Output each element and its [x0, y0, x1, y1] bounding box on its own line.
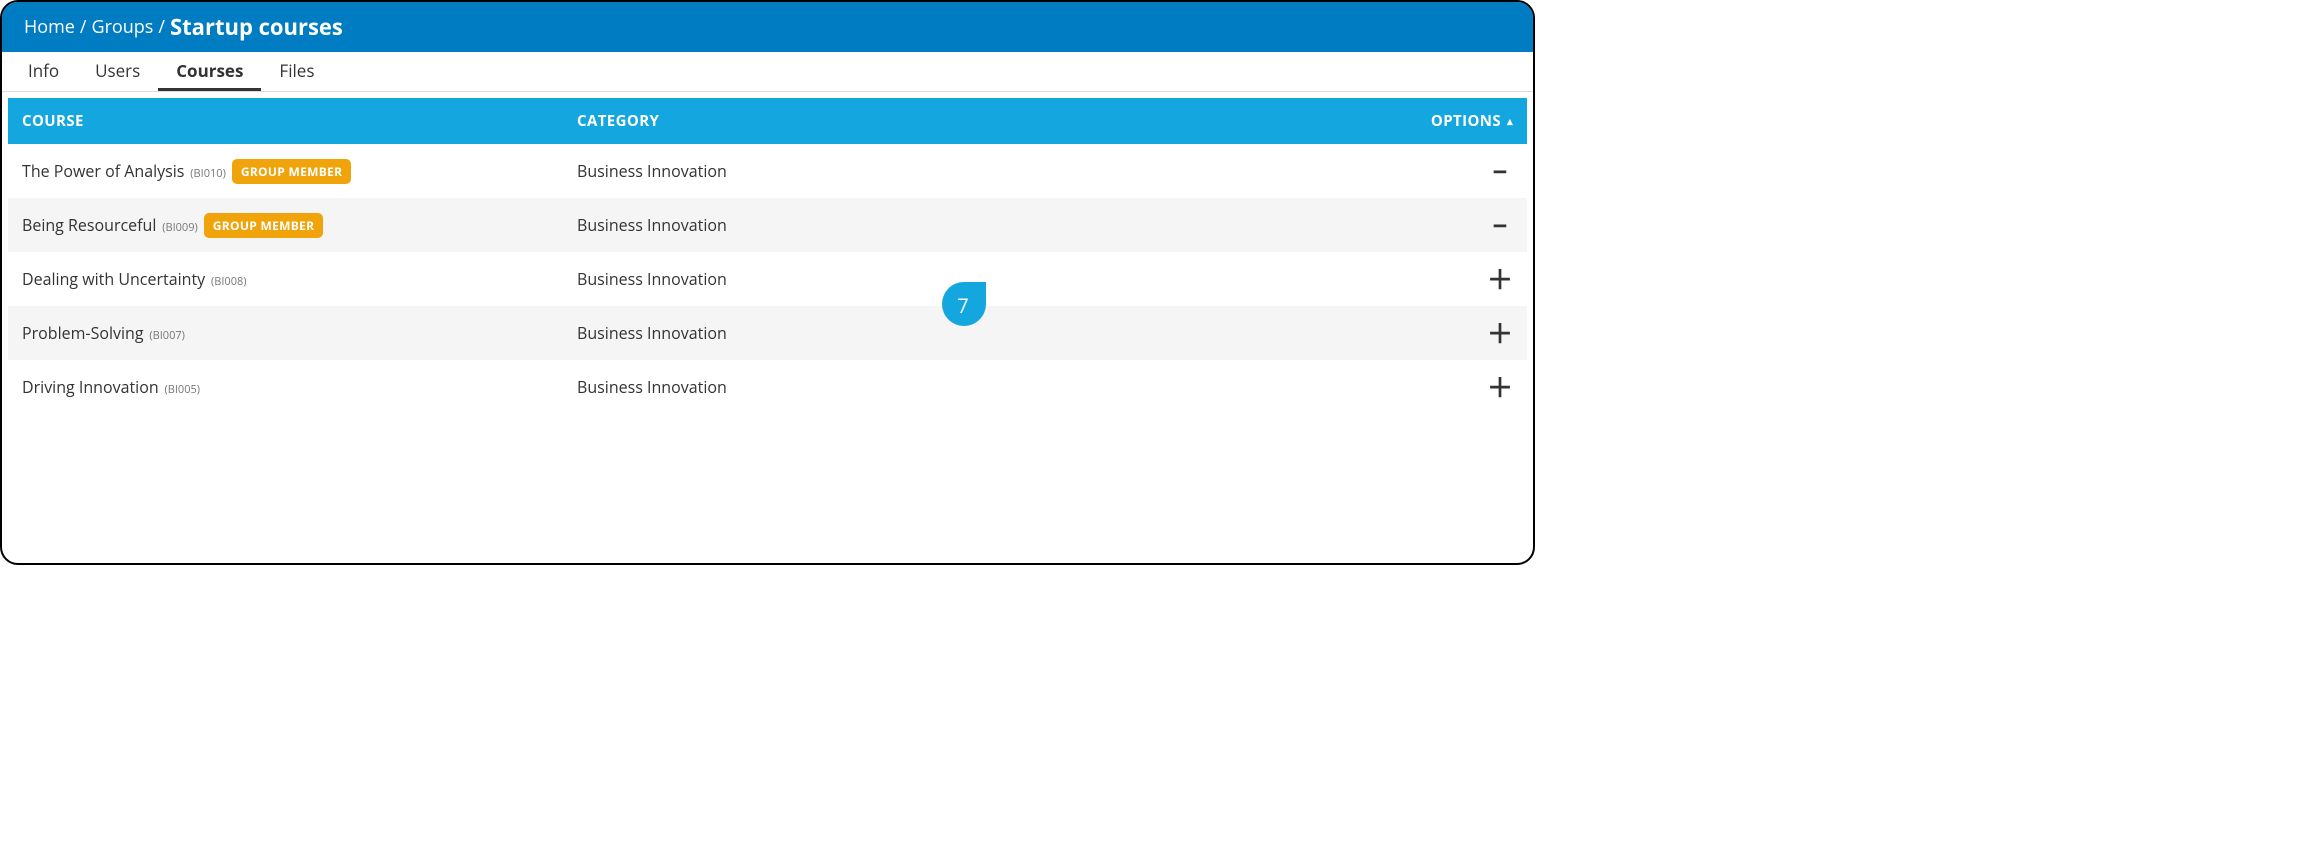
table-row: Being Resourceful (BI009) GROUP MEMBER Bus… [8, 198, 1527, 252]
cell-category: Business Innovation [577, 214, 1393, 236]
course-code: (BI010) [187, 166, 225, 181]
cell-course: Driving Innovation (BI005) [22, 376, 577, 398]
cell-options: ＋ [1393, 266, 1513, 292]
group-member-badge: GROUP MEMBER [204, 213, 324, 238]
cell-options: ＋ [1393, 320, 1513, 346]
cell-category: Business Innovation [577, 268, 1393, 290]
sort-caret-icon: ▴ [1507, 114, 1513, 129]
tab-files[interactable]: Files [261, 51, 332, 91]
tab-bar: Info Users Courses Files [2, 52, 1533, 92]
header-course[interactable]: COURSE [22, 111, 577, 131]
cell-options: ＋ [1393, 374, 1513, 400]
cell-category: Business Innovation [577, 160, 1393, 182]
cell-course: Being Resourceful (BI009) GROUP MEMBER [22, 213, 577, 238]
cell-category: Business Innovation [577, 322, 1393, 344]
remove-course-button[interactable]: − [1487, 212, 1513, 238]
course-title[interactable]: The Power of Analysis [22, 160, 184, 182]
cell-options: − [1393, 212, 1513, 238]
tab-courses[interactable]: Courses [158, 51, 261, 91]
group-member-badge: GROUP MEMBER [232, 159, 352, 184]
course-code: (BI007) [147, 328, 185, 343]
cell-course: Dealing with Uncertainty (BI008) [22, 268, 577, 290]
header-category[interactable]: CATEGORY [577, 111, 1393, 131]
tab-users[interactable]: Users [77, 51, 158, 91]
add-course-button[interactable]: ＋ [1487, 320, 1513, 346]
course-title[interactable]: Problem-Solving [22, 322, 144, 344]
course-title[interactable]: Dealing with Uncertainty [22, 268, 205, 290]
course-code: (BI009) [159, 220, 197, 235]
course-code: (BI005) [162, 382, 200, 397]
course-title[interactable]: Driving Innovation [22, 376, 159, 398]
app-frame: Home / Groups / Startup courses Info Use… [0, 0, 1535, 565]
table-row: Problem-Solving (BI007)Business Innovati… [8, 306, 1527, 360]
breadcrumb-current: Startup courses [170, 12, 343, 42]
add-course-button[interactable]: ＋ [1487, 374, 1513, 400]
header-options[interactable]: OPTIONS ▴ [1393, 111, 1513, 131]
cell-course: Problem-Solving (BI007) [22, 322, 577, 344]
table-row: Driving Innovation (BI005)Business Innov… [8, 360, 1527, 414]
breadcrumb-sep: / [80, 15, 87, 39]
breadcrumb-bar: Home / Groups / Startup courses [2, 2, 1533, 52]
breadcrumb-sep: / [158, 15, 165, 39]
table-row: Dealing with Uncertainty (BI008)Business… [8, 252, 1527, 306]
table-header-row: COURSE CATEGORY OPTIONS ▴ [8, 98, 1527, 144]
breadcrumb-home[interactable]: Home [24, 15, 75, 39]
header-options-label: OPTIONS [1431, 111, 1501, 131]
tab-info[interactable]: Info [10, 51, 77, 91]
courses-table: COURSE CATEGORY OPTIONS ▴ The Power of A… [2, 92, 1533, 414]
cell-options: − [1393, 158, 1513, 184]
breadcrumb-groups[interactable]: Groups [91, 15, 153, 39]
course-title[interactable]: Being Resourceful [22, 214, 156, 236]
course-code: (BI008) [208, 274, 246, 289]
table-row: The Power of Analysis (BI010) GROUP MEMBE… [8, 144, 1527, 198]
cell-category: Business Innovation [577, 376, 1393, 398]
remove-course-button[interactable]: − [1487, 158, 1513, 184]
add-course-button[interactable]: ＋ [1487, 266, 1513, 292]
cell-course: The Power of Analysis (BI010) GROUP MEMBE… [22, 159, 577, 184]
